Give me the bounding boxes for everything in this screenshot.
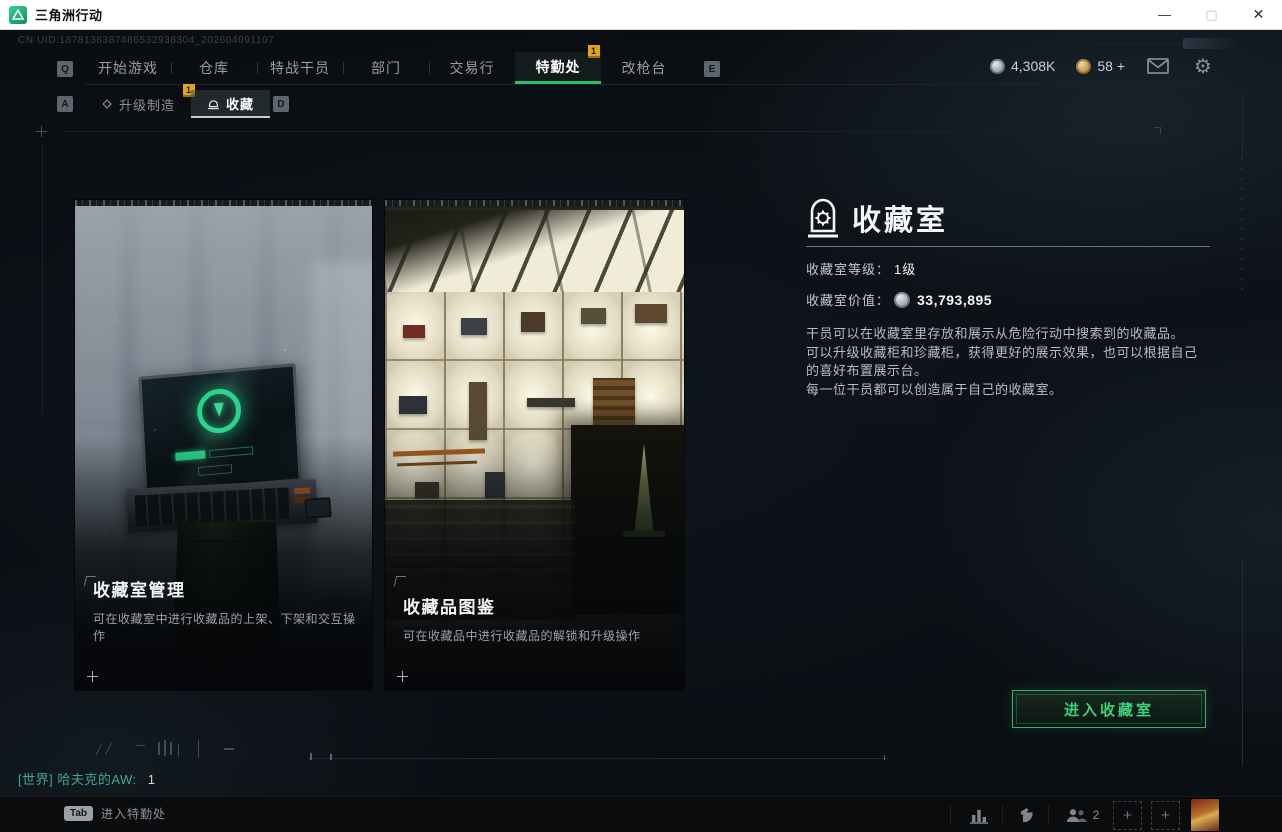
collection-dome-icon (207, 97, 220, 110)
team-members[interactable]: 2 (1056, 802, 1108, 828)
panel-title: 收藏室 (852, 197, 948, 239)
account-uid: CN UID:1878136387486532938304_2026040911… (18, 35, 274, 46)
tab-department[interactable]: 部门 (343, 52, 429, 84)
card1-top-strip (75, 200, 372, 206)
card2-title: 收藏品图鉴 (403, 593, 670, 618)
maximize-button[interactable]: ▢ (1188, 0, 1235, 30)
panel-header: 收藏室 (806, 196, 1210, 240)
gold-currency[interactable]: 58 + (1076, 58, 1125, 74)
card-collectible-catalog[interactable]: 收藏品图鉴 可在收藏品中进行收藏品的解锁和升级操作 (385, 200, 684, 690)
stats-chart-icon[interactable] (962, 802, 996, 828)
tab-special-ops[interactable]: 特勤处 1 (515, 52, 601, 84)
bottom-bar: Tab 进入特勤处 2 + + (0, 796, 1282, 832)
card2-plus-mark (397, 671, 408, 682)
decor-corner-tick (1154, 127, 1161, 134)
tab-key-hint: Tab 进入特勤处 (64, 805, 166, 822)
panel-desc-line1: 干员可以在收藏室里存放和展示从危险行动中搜索到的收藏品。 (806, 325, 1210, 343)
card2-caption: 收藏品图鉴 可在收藏品中进行收藏品的解锁和升级操作 (403, 593, 670, 644)
panel-divider (806, 246, 1210, 247)
room-level-label: 收藏室等级： (806, 259, 890, 278)
chat-text: 1 (148, 772, 156, 787)
decor-horizontal-line (64, 131, 1154, 132)
top-right-widget (1183, 38, 1235, 49)
close-button[interactable]: ✕ (1235, 0, 1282, 30)
subnav-left-keyhint: A (57, 96, 73, 112)
tab-start-game[interactable]: 开始游戏 (85, 52, 171, 84)
room-value-amount: 33,793,895 (917, 292, 992, 308)
tab-market[interactable]: 交易行 (429, 52, 515, 84)
enter-collection-room-button[interactable]: 进入收藏室 (1012, 690, 1206, 728)
gold-coin-icon (1076, 59, 1091, 74)
room-level-value: 1级 (894, 259, 916, 278)
game-viewport: CN UID:1878136387486532938304_2026040911… (0, 30, 1282, 832)
nav-underline (85, 84, 1213, 85)
subtab-upgrade-craft[interactable]: 升级制造 1 (85, 90, 191, 118)
silver-currency-value: 4,308K (1011, 58, 1055, 74)
invite-slot-1[interactable]: + (1113, 801, 1142, 830)
mail-icon[interactable] (1146, 55, 1170, 77)
value-coin-icon (894, 292, 910, 308)
collection-room-panel: 收藏室 收藏室等级： 1级 收藏室价值： 33,793,895 干员可以在收藏室… (806, 196, 1210, 400)
panel-description: 干员可以在收藏室里存放和展示从危险行动中搜索到的收藏品。 可以升级收藏柜和珍藏柜… (806, 325, 1210, 399)
room-value-row: 收藏室价值： 33,793,895 (806, 290, 1210, 309)
nav-left-keyhint: Q (57, 61, 73, 77)
main-nav: 开始游戏 仓库 特战干员 部门 交易行 特勤处 1 改枪台 (85, 52, 687, 84)
window-title: 三角洲行动 (35, 5, 103, 24)
silver-coin-icon (990, 59, 1005, 74)
commend-hand-icon[interactable] (1010, 802, 1044, 828)
sub-nav: 升级制造 1 收藏 (85, 90, 270, 118)
card1-plus-mark (87, 671, 98, 682)
tab-gunsmith[interactable]: 改枪台 (601, 52, 687, 84)
subtab-collection-label: 收藏 (226, 94, 254, 113)
invite-slot-2[interactable]: + (1151, 801, 1180, 830)
tab-special-ops-badge: 1 (588, 45, 600, 58)
team-count: 2 (1093, 808, 1100, 822)
room-level-row: 收藏室等级： 1级 (806, 259, 1210, 278)
room-value-label: 收藏室价值： (806, 290, 890, 309)
minimize-button[interactable]: — (1141, 0, 1188, 30)
decor-chat-ruler (308, 758, 888, 759)
card2-desc: 可在收藏品中进行收藏品的解锁和升级操作 (403, 627, 670, 644)
app-window: 三角洲行动 — ▢ ✕ CN UID:187813638748653293830… (0, 0, 1282, 832)
card-collection-room-management[interactable]: 收藏室管理 可在收藏室中进行收藏品的上架、下架和交互操作 (75, 200, 372, 690)
card1-title: 收藏室管理 (93, 576, 358, 601)
tab-key-action: 进入特勤处 (101, 805, 166, 822)
card1-caption: 收藏室管理 可在收藏室中进行收藏品的上架、下架和交互操作 (93, 576, 358, 644)
tab-key: Tab (64, 806, 93, 821)
chat-sender: [世界] 哈夫克的AW: (18, 772, 137, 787)
header-right: 4,308K 58 + ⚙ (990, 55, 1215, 77)
upgrade-diamond-icon (101, 98, 113, 110)
tab-special-ops-label: 特勤处 (536, 57, 581, 77)
window-controls: — ▢ ✕ (1141, 0, 1282, 30)
decor-left-vline (42, 145, 43, 413)
window-titlebar: 三角洲行动 — ▢ ✕ (0, 0, 1282, 30)
gold-currency-value: 58 + (1097, 58, 1125, 74)
panel-desc-line3: 每一位干员都可以创造属于自己的收藏室。 (806, 381, 1210, 399)
decor-right-vline-bottom (1242, 560, 1243, 766)
card2-top-strip (385, 200, 684, 206)
card1-desc: 可在收藏室中进行收藏品的上架、下架和交互操作 (93, 610, 358, 644)
subtab-upgrade-label: 升级制造 (119, 95, 175, 114)
app-logo-icon (9, 6, 27, 24)
decor-tally-marks (96, 740, 316, 762)
tab-operators[interactable]: 特战干员 (257, 52, 343, 84)
card2-corner-mark (394, 576, 406, 586)
player-avatar[interactable] (1190, 798, 1220, 832)
subnav-right-keyhint: D (273, 96, 289, 112)
display-case-icon (806, 197, 840, 239)
silver-currency[interactable]: 4,308K (990, 58, 1055, 74)
top-right-line (1090, 43, 1183, 44)
nav-right-keyhint: E (704, 61, 720, 77)
settings-gear-icon[interactable]: ⚙ (1191, 55, 1215, 77)
people-icon (1065, 808, 1088, 823)
decor-side-code (1241, 140, 1243, 290)
subtab-collection[interactable]: 收藏 (191, 90, 270, 118)
panel-desc-line2: 可以升级收藏柜和珍藏柜，获得更好的展示效果，也可以根据自己的喜好布置展示台。 (806, 344, 1210, 380)
decor-crosshair (36, 126, 47, 137)
chat-message: [世界] 哈夫克的AW: 1 (18, 769, 156, 788)
tab-warehouse[interactable]: 仓库 (171, 52, 257, 84)
